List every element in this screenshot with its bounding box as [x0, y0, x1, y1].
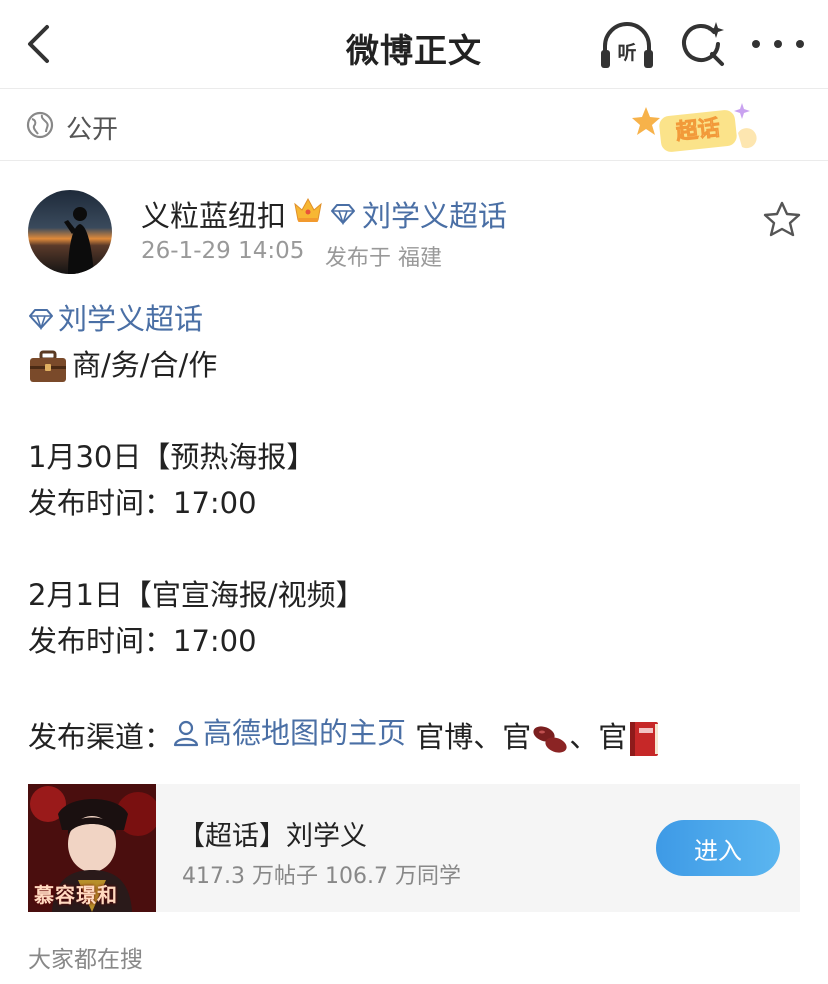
chaohua-badge[interactable]: 超话	[630, 99, 762, 157]
content-line: 发布时间：17:00	[28, 624, 257, 658]
post-location: 发布于 福建	[325, 246, 442, 271]
more-button[interactable]	[752, 32, 804, 56]
more-dot-icon	[752, 40, 760, 48]
headphones-icon: 听	[601, 22, 653, 68]
avatar[interactable]	[28, 190, 112, 274]
listen-label: 听	[617, 41, 636, 64]
visibility-bar: 公开 超话	[0, 89, 828, 161]
briefcase-icon	[30, 350, 66, 382]
search-icon	[682, 22, 724, 66]
search-button[interactable]	[676, 18, 728, 70]
chaohua-cover: 慕容璟和	[28, 784, 156, 912]
trending-searches-label: 大家都在搜	[28, 947, 143, 973]
avatar-image	[28, 190, 112, 274]
user-icon	[173, 720, 199, 747]
favorite-button[interactable]	[762, 200, 802, 238]
author-name[interactable]: 义粒蓝纽扣	[141, 193, 286, 235]
beans-icon	[533, 726, 567, 753]
channel-prefix: 发布渠道：	[28, 720, 174, 754]
chaohua-title: 【超话】刘学义	[178, 821, 367, 852]
chaohua-badge-graphic: 超话	[632, 103, 757, 152]
divider	[0, 160, 828, 161]
red-book-icon	[630, 722, 659, 756]
chaohua-badge-text: 超话	[675, 116, 721, 145]
user-link[interactable]: 高德地图的主页	[173, 710, 406, 756]
listen-button[interactable]: 听	[598, 18, 656, 72]
visibility-label: 公开	[66, 115, 119, 145]
crown-icon	[294, 197, 322, 222]
content-line: 1月30日【预热海报】	[28, 440, 316, 474]
author-topic-label: 刘学义超话	[362, 199, 508, 233]
navbar: 微博正文 听	[0, 0, 828, 88]
chaohua-stats: 417.3 万帖子 106.7 万同学	[182, 864, 461, 889]
chevron-left-icon	[28, 25, 49, 63]
content-line: 2月1日【官宣海报/视频】	[28, 578, 365, 612]
post-topic-link[interactable]: 刘学义超话	[28, 296, 203, 342]
author-topic-link[interactable]: 刘学义超话	[330, 193, 507, 235]
chaohua-card[interactable]: 慕容璟和 【超话】刘学义 417.3 万帖子 106.7 万同学 进入	[28, 784, 800, 912]
globe-icon	[26, 111, 54, 139]
diamond-icon	[331, 204, 355, 225]
diamond-icon	[29, 309, 53, 330]
content-line: 刘学义超话	[28, 296, 808, 342]
more-dot-icon	[774, 40, 782, 48]
more-dot-icon	[796, 40, 804, 48]
business-text: 商/务/合/作	[72, 348, 218, 382]
user-link-label: 高德地图的主页	[203, 716, 407, 750]
post-topic-label: 刘学义超话	[58, 302, 204, 336]
content-line: 商/务/合/作	[28, 342, 808, 388]
content-line: 发布渠道： 高德地图的主页 官博、官 、官	[28, 710, 808, 756]
enter-button[interactable]: 进入	[656, 820, 780, 876]
channel-suffix: 、官	[569, 720, 628, 754]
cover-caption: 慕容璟和	[34, 883, 118, 907]
channel-suffix: 官博、官	[406, 720, 532, 754]
back-button[interactable]	[16, 20, 60, 68]
post-timestamp: 26-1-29 14:05	[141, 238, 305, 264]
post-content: 刘学义超话 商/务/合/作 1月30日【预热海报】 发布时间：17:00 2月1…	[28, 296, 808, 756]
content-line: 发布时间：17:00	[28, 486, 257, 520]
star-icon	[763, 201, 801, 237]
